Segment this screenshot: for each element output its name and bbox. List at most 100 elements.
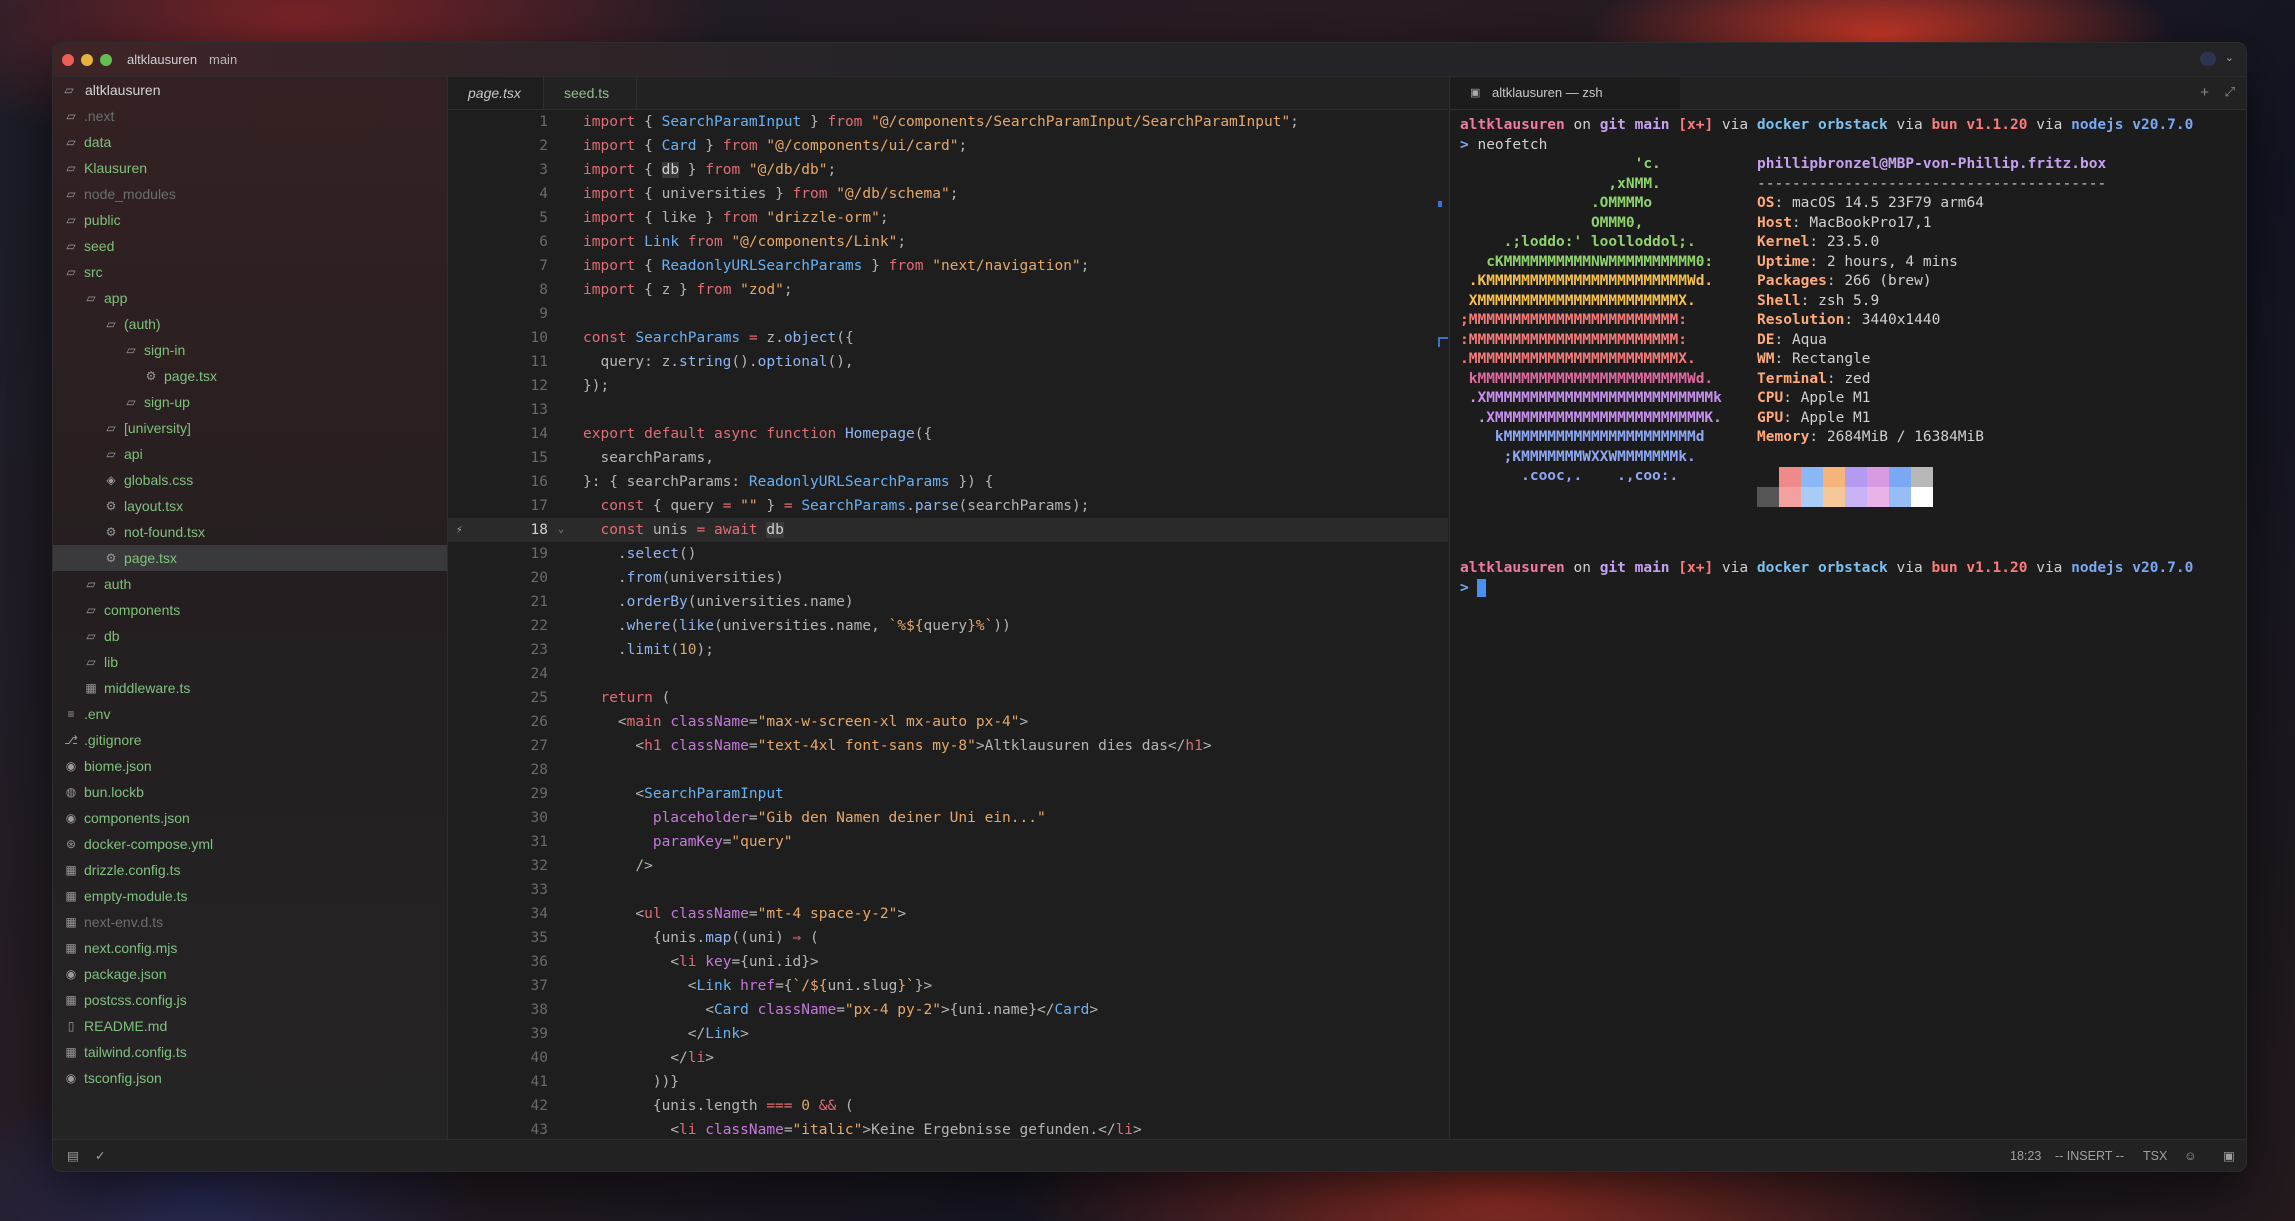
expand-icon[interactable]: ⤢ <box>2225 84 2235 100</box>
tree-item[interactable]: ⚙ page.tsx <box>53 545 447 571</box>
tree-item[interactable]: ▱ auth <box>53 571 447 597</box>
avatar[interactable] <box>2200 52 2216 66</box>
minimize-window-button[interactable] <box>81 54 93 66</box>
code-line[interactable]: 1 import { SearchParamInput } from "@/com… <box>448 110 1448 134</box>
scrollbar-marker[interactable] <box>1438 201 1442 207</box>
tree-item[interactable]: ⎇ .gitignore <box>53 727 447 753</box>
new-terminal-plus-icon[interactable]: + <box>2200 84 2209 101</box>
tree-item[interactable]: ▱ seed <box>53 233 447 259</box>
chevron-down-icon[interactable]: ⌄ <box>2225 51 2234 64</box>
project-name[interactable]: altklausuren <box>127 52 197 67</box>
tree-item[interactable]: ▦ next-env.d.ts <box>53 909 447 935</box>
code-line[interactable]: 22 .where(like(universities.name, `%${qu… <box>448 614 1448 638</box>
code-line[interactable]: ⚡ ⌄ 18 const unis = await db <box>448 518 1448 542</box>
tree-item[interactable]: ▱ node_modules <box>53 181 447 207</box>
terminal-cursor[interactable] <box>1477 578 1487 597</box>
code-line[interactable]: 33 <box>448 878 1448 902</box>
code-line[interactable]: 29 <SearchParamInput <box>448 782 1448 806</box>
tree-item[interactable]: ⚙ page.tsx <box>53 363 447 389</box>
code-line[interactable]: 32 /> <box>448 854 1448 878</box>
code-area[interactable]: 1 import { SearchParamInput } from "@/com… <box>448 110 1448 1139</box>
tree-item[interactable]: ▦ postcss.config.js <box>53 987 447 1013</box>
assistant-icon[interactable]: ▣ <box>2223 1140 2235 1171</box>
code-line[interactable]: 19 .select() <box>448 542 1448 566</box>
code-line[interactable]: 17 const { query = "" } = SearchParams.p… <box>448 494 1448 518</box>
tree-item[interactable]: ⚙ layout.tsx <box>53 493 447 519</box>
code-line[interactable]: 24 <box>448 662 1448 686</box>
tree-item[interactable]: ▱ sign-up <box>53 389 447 415</box>
tree-item[interactable]: ◉ components.json <box>53 805 447 831</box>
code-line[interactable]: 10 const SearchParams = z.object({ <box>448 326 1448 350</box>
tab-seed-ts[interactable]: seed.ts <box>544 77 637 109</box>
tree-item[interactable]: ▱ sign-in <box>53 337 447 363</box>
code-line[interactable]: 7 import { ReadonlyURLSearchParams } from… <box>448 254 1448 278</box>
code-line[interactable]: 11 query: z.string().optional(), <box>448 350 1448 374</box>
check-icon[interactable]: ✓ <box>95 1140 105 1171</box>
code-editor[interactable]: page.tsx seed.ts 1 import { SearchParamIn… <box>448 77 1448 1139</box>
code-line[interactable]: 14 export default async function Homepage… <box>448 422 1448 446</box>
tree-item[interactable]: ◉ package.json <box>53 961 447 987</box>
zoom-window-button[interactable] <box>100 54 112 66</box>
tree-item[interactable]: ▱ public <box>53 207 447 233</box>
tree-item[interactable]: ▱ app <box>53 285 447 311</box>
toggle-panel-icon[interactable]: ▤ <box>67 1140 79 1171</box>
tree-item[interactable]: ▱ api <box>53 441 447 467</box>
tree-item[interactable]: ▦ empty-module.ts <box>53 883 447 909</box>
tree-item[interactable]: ▱ Klausuren <box>53 155 447 181</box>
tree-item[interactable]: ◍ bun.lockb <box>53 779 447 805</box>
terminal-panel[interactable]: ▣ altklausuren — zsh + ⤢ altklausuren on… <box>1449 77 2246 1139</box>
tree-item[interactable]: ▱ db <box>53 623 447 649</box>
tree-item[interactable]: ▦ next.config.mjs <box>53 935 447 961</box>
code-line[interactable]: 9 <box>448 302 1448 326</box>
tree-item[interactable]: ≡ .env <box>53 701 447 727</box>
branch-name[interactable]: main <box>209 52 237 67</box>
tree-item[interactable]: ▱ src <box>53 259 447 285</box>
fold-chevron-icon[interactable]: ⌄ <box>558 518 564 542</box>
code-line[interactable]: 28 <box>448 758 1448 782</box>
code-line[interactable]: 27 <h1 className="text-4xl font-sans my-… <box>448 734 1448 758</box>
tree-item[interactable]: ▱ components <box>53 597 447 623</box>
tree-item[interactable]: ▱ data <box>53 129 447 155</box>
code-line[interactable]: 5 import { like } from "drizzle-orm"; <box>448 206 1448 230</box>
code-line[interactable]: 13 <box>448 398 1448 422</box>
tree-item[interactable]: ▦ tailwind.config.ts <box>53 1039 447 1065</box>
code-line[interactable]: 35 {unis.map((uni) ⇒ ( <box>448 926 1448 950</box>
code-line[interactable]: 42 {unis.length === 0 && ( <box>448 1094 1448 1118</box>
code-line[interactable]: 8 import { z } from "zod"; <box>448 278 1448 302</box>
feedback-icon[interactable]: ☺ <box>2184 1140 2197 1171</box>
code-line[interactable]: 12}); <box>448 374 1448 398</box>
code-line[interactable]: 2 import { Card } from "@/components/ui/c… <box>448 134 1448 158</box>
tree-item[interactable]: ▦ drizzle.config.ts <box>53 857 447 883</box>
scrollbar-marker[interactable] <box>1438 337 1448 347</box>
tree-item[interactable]: ▱ lib <box>53 649 447 675</box>
tree-item[interactable]: ▱ .next <box>53 103 447 129</box>
code-line[interactable]: 23 .limit(10); <box>448 638 1448 662</box>
code-line[interactable]: 37 <Link href={`/${uni.slug}`}> <box>448 974 1448 998</box>
code-line[interactable]: 26 <main className="max-w-screen-xl mx-a… <box>448 710 1448 734</box>
code-line[interactable]: 39 </Link> <box>448 1022 1448 1046</box>
code-line[interactable]: 4 import { universities } from "@/db/sche… <box>448 182 1448 206</box>
code-line[interactable]: 15 searchParams, <box>448 446 1448 470</box>
tree-item[interactable]: ◉ tsconfig.json <box>53 1065 447 1091</box>
tree-item[interactable]: ⚙ not-found.tsx <box>53 519 447 545</box>
code-line[interactable]: 6 import Link from "@/components/Link"; <box>448 230 1448 254</box>
code-line[interactable]: 41 ))} <box>448 1070 1448 1094</box>
terminal-output[interactable]: altklausuren on git main [x+] via docker… <box>1450 110 2246 1139</box>
code-line[interactable]: 40 </li> <box>448 1046 1448 1070</box>
command-line[interactable]: > <box>1460 578 1487 599</box>
code-line[interactable]: 34 <ul className="mt-4 space-y-2"> <box>448 902 1448 926</box>
code-line[interactable]: 36 <li key={uni.id}> <box>448 950 1448 974</box>
terminal-tab[interactable]: ▣ altklausuren — zsh <box>1450 77 1680 109</box>
code-line[interactable]: 31 paramKey="query" <box>448 830 1448 854</box>
code-line[interactable]: 21 .orderBy(universities.name) <box>448 590 1448 614</box>
tree-item[interactable]: ▱ (auth) <box>53 311 447 337</box>
close-window-button[interactable] <box>62 54 74 66</box>
tree-item[interactable]: ◉ biome.json <box>53 753 447 779</box>
language-selector[interactable]: TSX <box>2143 1140 2167 1171</box>
tree-root[interactable]: ▱ altklausuren <box>53 77 447 103</box>
tree-item[interactable]: ▦ middleware.ts <box>53 675 447 701</box>
code-line[interactable]: 38 <Card className="px-4 py-2">{uni.name… <box>448 998 1448 1022</box>
code-line[interactable]: 3 import { db } from "@/db/db"; <box>448 158 1448 182</box>
tree-item[interactable]: ⊛ docker-compose.yml <box>53 831 447 857</box>
code-line[interactable]: 30 placeholder="Gib den Namen deiner Uni… <box>448 806 1448 830</box>
